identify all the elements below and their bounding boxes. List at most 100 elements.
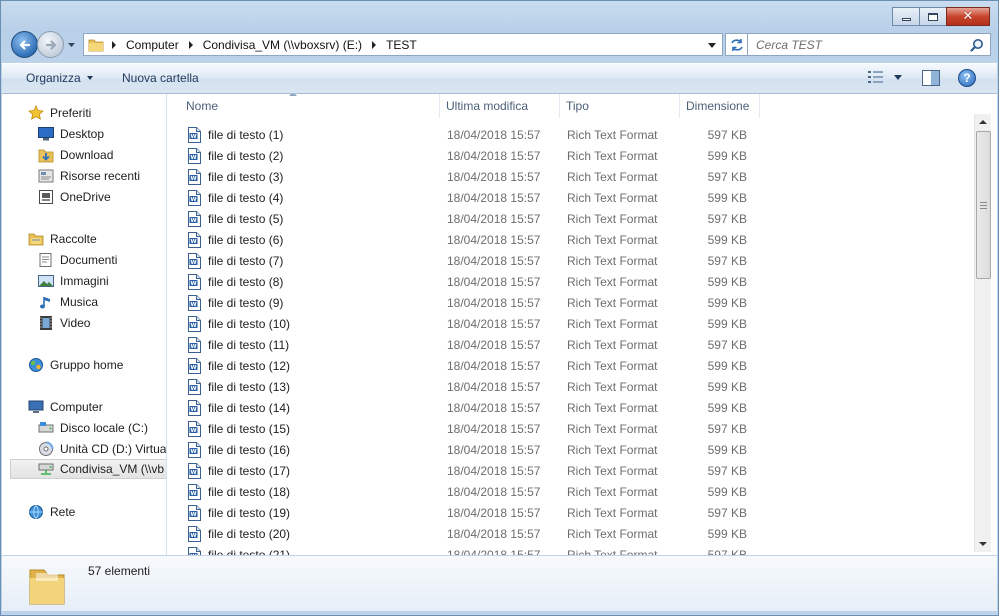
maximize-button[interactable] xyxy=(919,7,947,26)
search-icon[interactable] xyxy=(970,38,984,52)
search-input[interactable] xyxy=(756,37,966,52)
file-row[interactable]: Wfile di testo (10) 18/04/2018 15:57 Rich … xyxy=(168,313,973,334)
nav-item-local-disk[interactable]: Disco locale (C:) xyxy=(38,418,148,438)
nav-item-onedrive[interactable]: OneDrive xyxy=(38,187,111,207)
close-button[interactable]: ✕ xyxy=(946,7,990,26)
view-options-button[interactable] xyxy=(868,71,902,83)
nav-item-computer[interactable]: Computer xyxy=(28,397,103,417)
refresh-button[interactable] xyxy=(725,33,749,56)
file-modified: 18/04/2018 15:57 xyxy=(447,421,541,436)
rtf-document-icon: W xyxy=(187,357,208,374)
file-name-cell[interactable]: Wfile di testo (6) xyxy=(168,231,440,248)
file-row[interactable]: Wfile di testo (8) 18/04/2018 15:57 Rich T… xyxy=(168,271,973,292)
svg-text:W: W xyxy=(190,239,196,245)
file-name-cell[interactable]: Wfile di testo (21) xyxy=(168,546,440,555)
file-type: Rich Text Format xyxy=(567,232,658,247)
nav-item-documents[interactable]: Documenti xyxy=(38,250,117,270)
file-name-cell[interactable]: Wfile di testo (13) xyxy=(168,378,440,395)
file-row[interactable]: Wfile di testo (1) 18/04/2018 15:57 Rich T… xyxy=(168,124,973,145)
file-row[interactable]: Wfile di testo (19) 18/04/2018 15:57 Rich … xyxy=(168,502,973,523)
file-row[interactable]: Wfile di testo (2) 18/04/2018 15:57 Rich T… xyxy=(168,145,973,166)
breadcrumb-computer[interactable]: Computer xyxy=(126,38,179,52)
file-name-cell[interactable]: Wfile di testo (3) xyxy=(168,168,440,185)
vertical-scrollbar[interactable] xyxy=(974,114,991,552)
svg-text:W: W xyxy=(190,176,196,182)
nav-item-download[interactable]: Download xyxy=(38,145,113,165)
new-folder-button[interactable]: Nuova cartella xyxy=(122,71,199,85)
file-name-cell[interactable]: Wfile di testo (20) xyxy=(168,525,440,542)
scrollbar-thumb[interactable] xyxy=(976,131,991,279)
file-row[interactable]: Wfile di testo (16) 18/04/2018 15:57 Rich … xyxy=(168,439,973,460)
preview-pane-icon[interactable] xyxy=(922,70,940,86)
file-name-cell[interactable]: Wfile di testo (7) xyxy=(168,252,440,269)
file-name-cell[interactable]: Wfile di testo (11) xyxy=(168,336,440,353)
file-row[interactable]: Wfile di testo (11) 18/04/2018 15:57 Rich … xyxy=(168,334,973,355)
file-name-cell[interactable]: Wfile di testo (12) xyxy=(168,357,440,374)
nav-item-recent[interactable]: Risorse recenti xyxy=(38,166,140,186)
file-name: file di testo (20) xyxy=(208,526,291,541)
address-bar[interactable]: Computer Condivisa_VM (\\vboxsrv) (E:) T… xyxy=(83,33,723,56)
file-row[interactable]: Wfile di testo (3) 18/04/2018 15:57 Rich T… xyxy=(168,166,973,187)
svg-text:W: W xyxy=(190,491,196,497)
address-history-dropdown[interactable] xyxy=(708,43,716,48)
forward-button[interactable] xyxy=(37,31,64,58)
file-name-cell[interactable]: Wfile di testo (16) xyxy=(168,441,440,458)
file-row[interactable]: Wfile di testo (14) 18/04/2018 15:57 Rich … xyxy=(168,397,973,418)
search-box[interactable] xyxy=(747,33,991,56)
file-row[interactable]: Wfile di testo (21) 18/04/2018 15:57 Rich … xyxy=(168,544,973,555)
scroll-down-arrow-icon[interactable] xyxy=(979,542,987,546)
help-button[interactable]: ? xyxy=(958,69,976,87)
file-name-cell[interactable]: Wfile di testo (10) xyxy=(168,315,440,332)
file-row[interactable]: Wfile di testo (12) 18/04/2018 15:57 Rich … xyxy=(168,355,973,376)
nav-item-cd-drive[interactable]: Unità CD (D:) Virtual xyxy=(38,439,166,459)
file-name-cell[interactable]: Wfile di testo (18) xyxy=(168,483,440,500)
file-name-cell[interactable]: Wfile di testo (5) xyxy=(168,210,440,227)
column-header-size[interactable]: Dimensione xyxy=(680,94,760,118)
svg-text:W: W xyxy=(190,533,196,539)
file-name-cell[interactable]: Wfile di testo (19) xyxy=(168,504,440,521)
breadcrumb-separator[interactable] xyxy=(112,40,116,49)
nav-item-desktop[interactable]: Desktop xyxy=(38,124,104,144)
nav-item-shared-drive[interactable]: Condivisa_VM (\\vb xyxy=(10,459,166,479)
file-row[interactable]: Wfile di testo (4) 18/04/2018 15:57 Rich T… xyxy=(168,187,973,208)
breadcrumb-separator[interactable] xyxy=(372,40,377,49)
file-name-cell[interactable]: Wfile di testo (1) xyxy=(168,126,440,143)
file-row[interactable]: Wfile di testo (6) 18/04/2018 15:57 Rich T… xyxy=(168,229,973,250)
navigation-row: Computer Condivisa_VM (\\vboxsrv) (E:) T… xyxy=(9,31,991,58)
file-row[interactable]: Wfile di testo (5) 18/04/2018 15:57 Rich T… xyxy=(168,208,973,229)
file-name-cell[interactable]: Wfile di testo (4) xyxy=(168,189,440,206)
breadcrumb-test[interactable]: TEST xyxy=(386,38,417,52)
nav-item-homegroup[interactable]: Gruppo home xyxy=(28,355,123,375)
file-size: 599 KB xyxy=(707,484,747,499)
column-header-type[interactable]: Tipo xyxy=(560,94,680,118)
nav-item-network[interactable]: Rete xyxy=(28,502,75,522)
nav-item-music[interactable]: Musica xyxy=(38,292,98,312)
breadcrumb-separator[interactable] xyxy=(188,40,193,49)
recent-pages-dropdown[interactable] xyxy=(67,41,76,49)
file-name-cell[interactable]: Wfile di testo (2) xyxy=(168,147,440,164)
nav-item-favorites[interactable]: Preferiti xyxy=(28,103,91,123)
organize-button[interactable]: Organizza xyxy=(26,71,93,85)
file-name-cell[interactable]: Wfile di testo (14) xyxy=(168,399,440,416)
file-row[interactable]: Wfile di testo (7) 18/04/2018 15:57 Rich T… xyxy=(168,250,973,271)
file-row[interactable]: Wfile di testo (20) 18/04/2018 15:57 Rich … xyxy=(168,523,973,544)
back-button[interactable] xyxy=(11,31,38,58)
nav-item-libraries[interactable]: Raccolte xyxy=(28,229,97,249)
file-row[interactable]: Wfile di testo (15) 18/04/2018 15:57 Rich … xyxy=(168,418,973,439)
nav-item-video[interactable]: Video xyxy=(38,313,90,333)
column-header-name[interactable]: Nome xyxy=(168,94,440,118)
file-name-cell[interactable]: Wfile di testo (15) xyxy=(168,420,440,437)
file-row[interactable]: Wfile di testo (18) 18/04/2018 15:57 Rich … xyxy=(168,481,973,502)
file-row[interactable]: Wfile di testo (9) 18/04/2018 15:57 Rich T… xyxy=(168,292,973,313)
file-row[interactable]: Wfile di testo (13) 18/04/2018 15:57 Rich … xyxy=(168,376,973,397)
nav-item-pictures[interactable]: Immagini xyxy=(38,271,109,291)
file-row[interactable]: Wfile di testo (17) 18/04/2018 15:57 Rich … xyxy=(168,460,973,481)
minimize-button[interactable] xyxy=(892,7,920,26)
file-name-cell[interactable]: Wfile di testo (8) xyxy=(168,273,440,290)
file-name-cell[interactable]: Wfile di testo (9) xyxy=(168,294,440,311)
column-header-modified[interactable]: Ultima modifica xyxy=(440,94,560,118)
scroll-up-arrow-icon[interactable] xyxy=(979,120,987,124)
file-name-cell[interactable]: Wfile di testo (17) xyxy=(168,462,440,479)
file-type: Rich Text Format xyxy=(567,316,658,331)
breadcrumb-shared-drive[interactable]: Condivisa_VM (\\vboxsrv) (E:) xyxy=(203,38,362,52)
